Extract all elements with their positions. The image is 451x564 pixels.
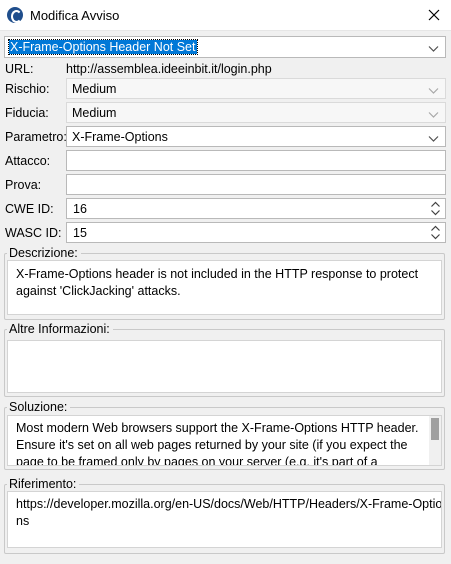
reference-label: Riferimento: bbox=[7, 477, 80, 491]
reference-textarea[interactable]: https://developer.mozilla.org/en-US/docs… bbox=[7, 491, 442, 548]
url-value: http://assemblea.ideeinbit.it/login.php bbox=[66, 62, 272, 76]
confidence-label: Fiducia: bbox=[5, 106, 49, 120]
zap-app-icon bbox=[7, 7, 23, 23]
chevron-down-icon[interactable] bbox=[428, 108, 439, 122]
spinner-arrows-icon[interactable] bbox=[429, 224, 442, 241]
title-bar: Modifica Avviso bbox=[0, 0, 451, 31]
wasc-spinner[interactable]: 15 bbox=[66, 222, 446, 243]
param-label: Parametro: bbox=[5, 130, 67, 144]
wasc-label: WASC ID: bbox=[5, 226, 62, 240]
url-label: URL: bbox=[5, 62, 34, 76]
description-textarea[interactable]: X-Frame-Options header is not included i… bbox=[7, 260, 442, 315]
description-line: X-Frame-Options header is not included i… bbox=[16, 267, 419, 281]
evidence-field[interactable] bbox=[66, 174, 446, 195]
param-value[interactable]: X-Frame-Options bbox=[72, 130, 168, 144]
solution-line: Most modern Web browsers support the X-F… bbox=[16, 421, 419, 435]
reference-line: ns bbox=[16, 514, 30, 528]
risk-value: Medium bbox=[72, 82, 117, 96]
confidence-value: Medium bbox=[72, 106, 117, 120]
param-combo[interactable]: X-Frame-Options bbox=[66, 126, 446, 147]
chevron-down-icon[interactable] bbox=[428, 42, 439, 56]
alert-name-combo[interactable]: X-Frame-Options Header Not Set bbox=[4, 36, 446, 58]
evidence-label: Prova: bbox=[5, 178, 42, 192]
close-button[interactable] bbox=[417, 0, 451, 31]
solution-textarea[interactable]: Most modern Web browsers support the X-F… bbox=[7, 415, 442, 466]
other-info-label: Altre Informazioni: bbox=[7, 322, 113, 336]
chevron-down-icon[interactable] bbox=[428, 84, 439, 98]
window-title: Modifica Avviso bbox=[30, 8, 120, 23]
description-line: against 'ClickJacking' attacks. bbox=[16, 284, 181, 298]
solution-scrollbar[interactable] bbox=[429, 416, 441, 465]
spinner-arrows-icon[interactable] bbox=[429, 200, 442, 217]
solution-label: Soluzione: bbox=[7, 400, 71, 414]
chevron-down-icon[interactable] bbox=[428, 132, 439, 146]
cwe-spinner[interactable]: 16 bbox=[66, 198, 446, 219]
solution-scrollbar-thumb[interactable] bbox=[431, 418, 439, 440]
solution-line: Ensure it's set on all web pages returne… bbox=[16, 438, 408, 452]
attack-label: Attacco: bbox=[5, 154, 51, 168]
confidence-select[interactable]: Medium bbox=[66, 102, 446, 123]
reference-line: https://developer.mozilla.org/en-US/docs… bbox=[16, 497, 442, 511]
cwe-value[interactable]: 16 bbox=[73, 202, 87, 216]
risk-label: Rischio: bbox=[5, 82, 50, 96]
close-icon bbox=[428, 9, 440, 21]
description-label: Descrizione: bbox=[7, 246, 81, 260]
cwe-label: CWE ID: bbox=[5, 202, 54, 216]
attack-field[interactable] bbox=[66, 150, 446, 171]
wasc-value[interactable]: 15 bbox=[73, 226, 87, 240]
alert-name-value[interactable]: X-Frame-Options Header Not Set bbox=[8, 39, 198, 55]
risk-select[interactable]: Medium bbox=[66, 78, 446, 99]
solution-line: page to be framed only by pages on your … bbox=[16, 455, 378, 466]
other-info-textarea[interactable] bbox=[7, 340, 442, 393]
